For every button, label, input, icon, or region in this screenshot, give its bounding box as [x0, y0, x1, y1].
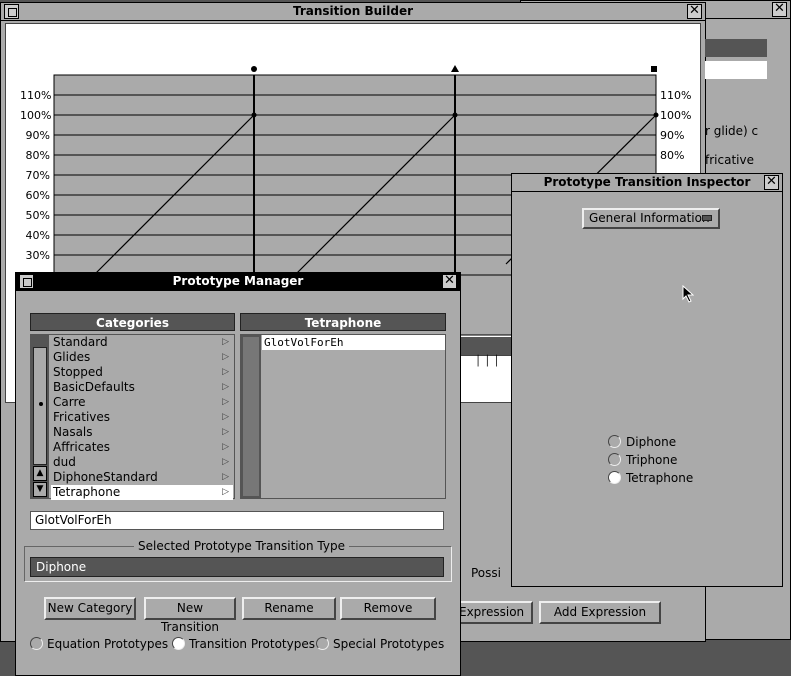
- prototype-list[interactable]: GlotVolForEh: [240, 334, 446, 499]
- scroll-up-icon[interactable]: ▲: [33, 466, 47, 481]
- transition-prototypes-radio[interactable]: [172, 637, 185, 650]
- diphone-radio[interactable]: [608, 435, 621, 448]
- triphone-label[interactable]: Triphone: [626, 453, 677, 467]
- partial-text: r glide) c: [705, 124, 759, 138]
- y-tick-right: 100%: [660, 109, 692, 122]
- prototype-manager-window: Prototype Manager ✕ Categories Tetraphon…: [15, 272, 461, 676]
- scrollbar-thumb[interactable]: [33, 347, 47, 465]
- category-item[interactable]: Carre ▷: [51, 395, 233, 410]
- y-tick-right: 90%: [660, 129, 685, 142]
- submenu-arrow-icon: ▷: [222, 382, 229, 392]
- transition-type-group-label: Selected Prototype Transition Type: [134, 539, 349, 553]
- close-icon[interactable]: ✕: [687, 4, 702, 19]
- category-item[interactable]: Fricatives ▷: [51, 410, 233, 425]
- category-item[interactable]: BasicDefaults ▷: [51, 380, 233, 395]
- y-tick-left: 40%: [25, 229, 50, 242]
- equation-prototypes-radio[interactable]: [30, 637, 43, 650]
- tetraphone-label[interactable]: Tetraphone: [626, 471, 693, 485]
- category-item[interactable]: dud ▷: [51, 455, 233, 470]
- minimize-icon[interactable]: [19, 274, 34, 289]
- submenu-arrow-icon: ▷: [222, 472, 229, 482]
- remove-button[interactable]: Remove: [340, 597, 436, 620]
- category-item[interactable]: Standard ▷: [51, 335, 233, 350]
- prototype-name-input[interactable]: GlotVolForEh: [30, 511, 444, 530]
- transition-prototypes-label[interactable]: Transition Prototypes: [189, 637, 315, 651]
- partial-text: Possi: [471, 566, 501, 580]
- minimize-icon[interactable]: [4, 4, 19, 19]
- close-icon[interactable]: ✕: [442, 274, 457, 289]
- expression-button[interactable]: Expression: [457, 601, 533, 624]
- category-item-selected[interactable]: Tetraphone ▷: [51, 485, 233, 500]
- prototype-list-header: Tetraphone: [240, 313, 446, 331]
- submenu-arrow-icon: ▷: [222, 457, 229, 467]
- submenu-arrow-icon: ▷: [222, 367, 229, 377]
- marker-dot: [251, 66, 257, 72]
- y-tick-left: 50%: [25, 209, 50, 222]
- marker-square: [651, 66, 657, 72]
- prototype-manager-titlebar[interactable]: Prototype Manager: [16, 273, 460, 291]
- tetraphone-radio[interactable]: [608, 471, 621, 484]
- category-item[interactable]: Nasals ▷: [51, 425, 233, 440]
- marker-triangle: [451, 65, 459, 72]
- new-transition-button[interactable]: New Transition: [144, 597, 236, 634]
- submenu-arrow-icon: ▷: [222, 397, 229, 407]
- y-tick-left: 110%: [20, 89, 52, 102]
- triphone-radio[interactable]: [608, 453, 621, 466]
- category-item[interactable]: Glides ▷: [51, 350, 233, 365]
- mouse-cursor-icon: [682, 285, 694, 303]
- new-category-button[interactable]: New Category: [44, 597, 136, 620]
- y-tick-left: 70%: [25, 169, 50, 182]
- special-prototypes-label[interactable]: Special Prototypes: [333, 637, 444, 651]
- submenu-arrow-icon: ▷: [222, 487, 229, 497]
- transition-type-field: Diphone: [30, 557, 444, 577]
- popup-label: General Information: [589, 211, 710, 225]
- builder-lower-strip: [461, 337, 513, 355]
- close-icon[interactable]: ✕: [764, 175, 779, 190]
- window-title: Transition Builder: [292, 4, 414, 18]
- submenu-arrow-icon: ▷: [222, 427, 229, 437]
- inspector-window: Prototype Transition Inspector ✕ General…: [511, 173, 783, 587]
- general-information-popup[interactable]: General Information: [582, 208, 720, 229]
- scrollbar[interactable]: [241, 335, 261, 498]
- categories-list[interactable]: ▲ ▼ Standard ▷ Glides ▷ Stopped ▷ BasicDefa…: [30, 334, 235, 500]
- y-tick-left: 60%: [25, 189, 50, 202]
- rename-button[interactable]: Rename: [242, 597, 336, 620]
- y-tick-right: 110%: [660, 89, 692, 102]
- add-expression-button[interactable]: Add Expression: [539, 601, 661, 624]
- y-tick-left: 90%: [25, 129, 50, 142]
- scrollbar[interactable]: ▲ ▼: [31, 335, 49, 498]
- category-item[interactable]: DiphoneStandard ▷: [51, 470, 233, 485]
- transition-builder-titlebar[interactable]: Transition Builder: [1, 3, 705, 21]
- popup-indicator-icon: [702, 215, 712, 221]
- prototype-item-selected[interactable]: GlotVolForEh: [262, 335, 445, 350]
- diphone-label[interactable]: Diphone: [626, 435, 676, 449]
- y-tick-left: 100%: [20, 109, 52, 122]
- y-tick-left: 30%: [25, 249, 50, 262]
- close-icon[interactable]: ✕: [772, 2, 787, 17]
- y-tick-left: 80%: [25, 149, 50, 162]
- category-item[interactable]: Affricates ▷: [51, 440, 233, 455]
- y-tick-right: 80%: [660, 149, 685, 162]
- submenu-arrow-icon: ▷: [222, 337, 229, 347]
- equation-prototypes-label[interactable]: Equation Prototypes: [47, 637, 168, 651]
- category-item[interactable]: Stopped ▷: [51, 365, 233, 380]
- categories-header: Categories: [30, 313, 235, 331]
- inspector-titlebar[interactable]: Prototype Transition Inspector: [512, 174, 782, 192]
- builder-side-field: [705, 61, 767, 79]
- scroll-down-icon[interactable]: ▼: [33, 482, 47, 497]
- partial-text: fricative: [705, 153, 754, 167]
- builder-side-bar: [705, 39, 767, 57]
- scrollbar-track[interactable]: [243, 337, 259, 496]
- window-title: Prototype Transition Inspector: [543, 175, 751, 189]
- window-title: Prototype Manager: [172, 274, 304, 288]
- submenu-arrow-icon: ▷: [222, 442, 229, 452]
- submenu-arrow-icon: ▷: [222, 412, 229, 422]
- special-prototypes-radio[interactable]: [316, 637, 329, 650]
- builder-lower-ruler: │ │ │: [461, 355, 513, 377]
- submenu-arrow-icon: ▷: [222, 352, 229, 362]
